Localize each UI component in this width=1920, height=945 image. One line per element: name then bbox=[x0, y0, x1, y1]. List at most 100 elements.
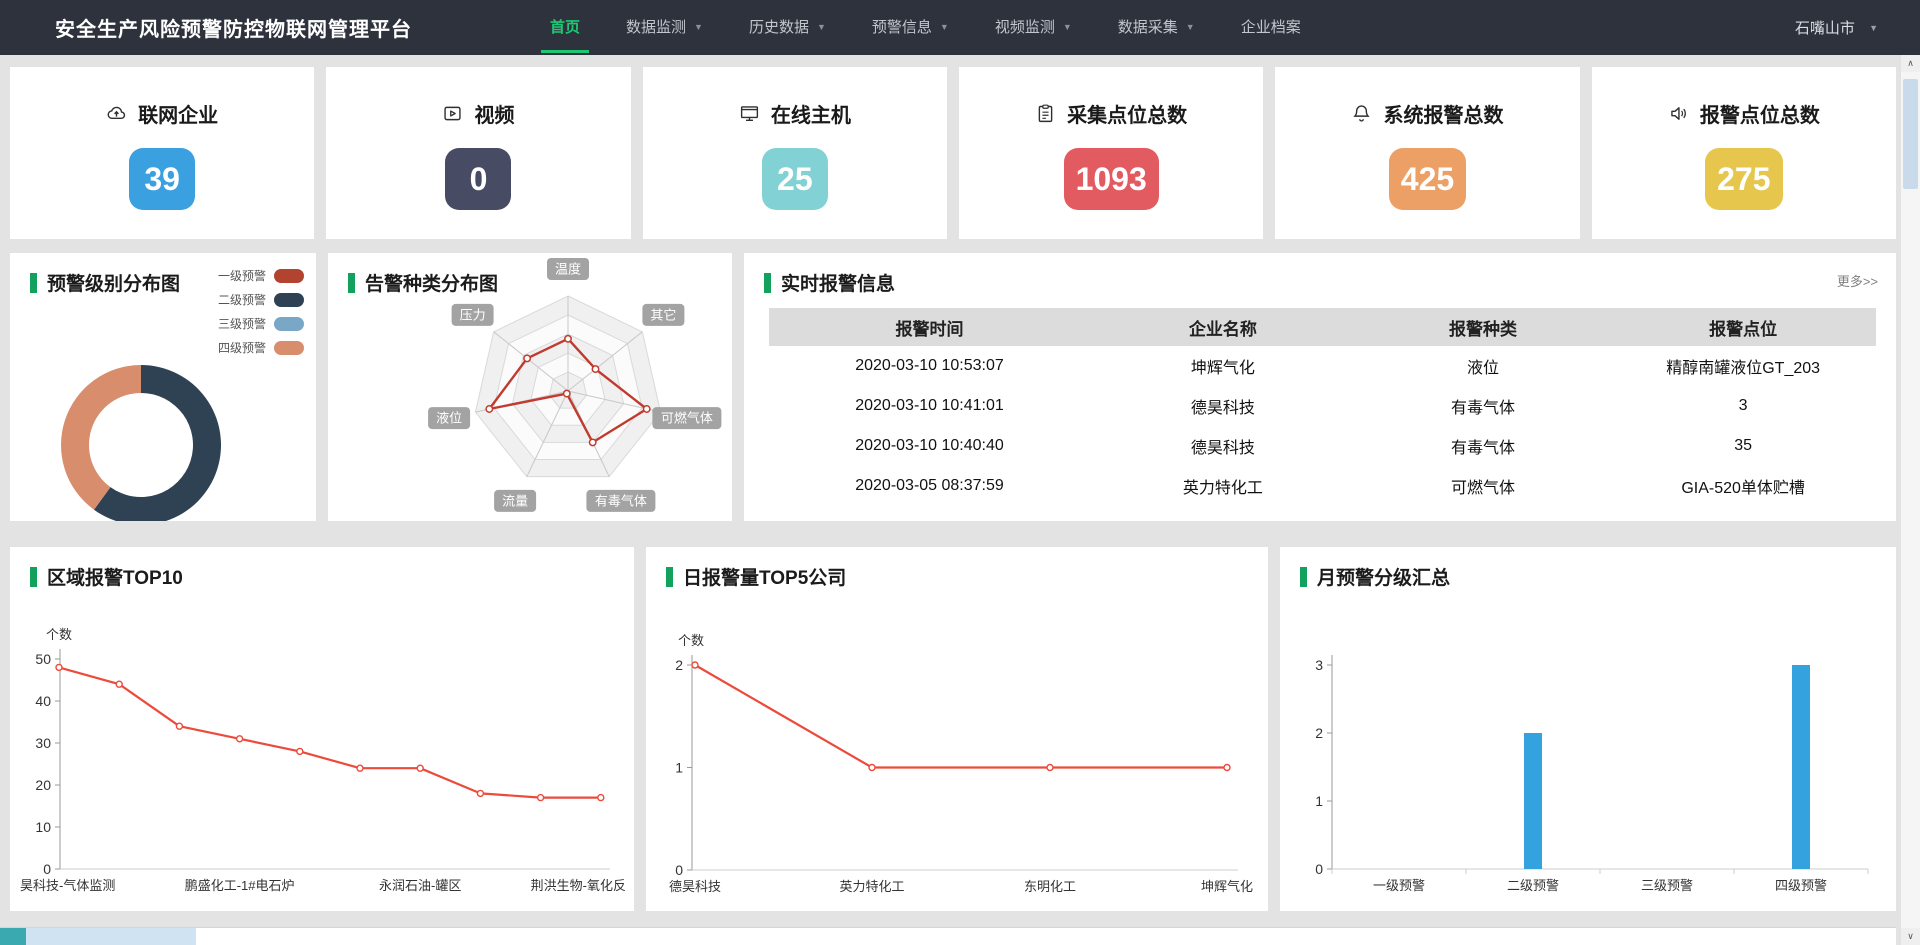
nav-item-label: 预警信息 bbox=[872, 19, 932, 36]
stat-card-label: 在线主机 bbox=[771, 99, 851, 128]
data-point bbox=[116, 681, 122, 687]
monthly-summary-bar-chart[interactable]: 0123一级预警二级预警三级预警四级预警 bbox=[1280, 547, 1896, 911]
green-bar-icon bbox=[764, 273, 771, 293]
svg-text:有毒气体: 有毒气体 bbox=[595, 493, 647, 508]
nav-item-6[interactable]: 企业档案 bbox=[1218, 0, 1324, 55]
data-point bbox=[237, 736, 243, 742]
nav-item-4[interactable]: 视频监测▼ bbox=[972, 0, 1095, 55]
stat-card-label: 视频 bbox=[474, 99, 514, 128]
radar-point bbox=[564, 390, 570, 396]
y-tick-label: 0 bbox=[43, 861, 51, 877]
svg-text:其它: 其它 bbox=[650, 307, 676, 322]
x-tick-label: 一级预警 bbox=[1373, 878, 1425, 893]
stat-card-head: 在线主机 bbox=[643, 99, 947, 128]
table-cell: 可燃气体 bbox=[1356, 474, 1611, 498]
nav-item-3[interactable]: 预警信息 ▼ bbox=[849, 0, 972, 55]
y-tick-label: 2 bbox=[1315, 725, 1323, 741]
warning-level-pie-panel: 预警级别分布图 一级预警二级预警三级预警四级预警 bbox=[10, 253, 316, 521]
nav-item-1[interactable]: 数据监测▼ bbox=[603, 0, 726, 55]
video-icon bbox=[442, 103, 463, 124]
table-cell: 精醇南罐液位GT_203 bbox=[1610, 354, 1876, 378]
green-bar-icon bbox=[30, 567, 37, 587]
radar-label-液位: 液位 bbox=[428, 407, 470, 429]
region-top10-line-chart[interactable]: 01020304050个数昊科技-气体监测鹏盛化工-1#电石炉永润石油-罐区荆洪… bbox=[10, 547, 634, 911]
y-tick-label: 2 bbox=[675, 657, 683, 673]
peek-blue-block bbox=[26, 928, 196, 945]
stat-card-value: 0 bbox=[445, 148, 511, 210]
stat-card-value: 425 bbox=[1389, 148, 1466, 210]
stat-card-value: 25 bbox=[762, 148, 828, 210]
clipboard-icon bbox=[1035, 103, 1056, 124]
chevron-down-icon: ▼ bbox=[1186, 22, 1195, 32]
radar-label-其它: 其它 bbox=[642, 304, 684, 326]
city-selector[interactable]: 石嘴山市 ▼ bbox=[1795, 17, 1878, 38]
monthly-summary-panel: 月预警分级汇总 0123一级预警二级预警三级预警四级预警 bbox=[1280, 547, 1896, 911]
legend-swatch bbox=[274, 293, 304, 307]
stat-card-head: 采集点位总数 bbox=[959, 99, 1263, 128]
stat-card-value: 275 bbox=[1705, 148, 1782, 210]
x-tick-label: 鹏盛化工-1#电石炉 bbox=[185, 878, 295, 893]
nav-item-5[interactable]: 数据采集▼ bbox=[1095, 0, 1218, 55]
realtime-alarm-panel: 实时报警信息 更多>> 报警时间企业名称报警种类报警点位 2020-03-10 … bbox=[744, 253, 1896, 521]
table-cell: 有毒气体 bbox=[1356, 394, 1611, 418]
y-tick-label: 20 bbox=[35, 777, 51, 793]
radar-point bbox=[590, 439, 596, 445]
bottom-row: 区域报警TOP10 01020304050个数昊科技-气体监测鹏盛化工-1#电石… bbox=[10, 547, 1896, 911]
legend-item-2[interactable]: 三级预警 bbox=[218, 315, 304, 332]
y-tick-label: 1 bbox=[1315, 793, 1323, 809]
legend-item-0[interactable]: 一级预警 bbox=[218, 267, 304, 284]
scrollbar-thumb[interactable] bbox=[1903, 79, 1918, 189]
table-cell: 英力特化工 bbox=[1090, 474, 1356, 498]
legend-item-1[interactable]: 二级预警 bbox=[218, 291, 304, 308]
chevron-down-icon: ▼ bbox=[940, 22, 949, 32]
radar-label-可燃气体: 可燃气体 bbox=[652, 407, 721, 429]
nav-item-2[interactable]: 历史数据▼ bbox=[726, 0, 849, 55]
svg-text:流量: 流量 bbox=[502, 493, 528, 508]
panel-title-text: 告警种类分布图 bbox=[365, 269, 498, 296]
x-tick-label: 坤辉气化 bbox=[1201, 879, 1253, 894]
middle-row: 预警级别分布图 一级预警二级预警三级预警四级预警 告警种类分布图 温度其它可燃气… bbox=[10, 253, 1896, 521]
donut-slice-四级预警 bbox=[61, 365, 141, 510]
table-cell: 3 bbox=[1610, 397, 1876, 415]
table-row-1: 2020-03-10 10:41:01德昊科技有毒气体3 bbox=[769, 386, 1876, 426]
table-cell: 35 bbox=[1610, 437, 1876, 455]
green-bar-icon bbox=[348, 273, 355, 293]
svg-text:液位: 液位 bbox=[436, 411, 462, 426]
daily-top5-line-chart[interactable]: 012个数德昊科技英力特化工东明化工坤辉气化 bbox=[646, 547, 1268, 911]
table-cell: 德昊科技 bbox=[1090, 394, 1356, 418]
legend-item-3[interactable]: 四级预警 bbox=[218, 339, 304, 356]
nav-item-label: 历史数据 bbox=[749, 19, 809, 36]
panel-title-text: 区域报警TOP10 bbox=[47, 563, 183, 590]
legend-label: 二级预警 bbox=[218, 291, 266, 308]
vertical-scrollbar[interactable]: ∧ ∨ bbox=[1900, 55, 1920, 945]
x-tick-label: 英力特化工 bbox=[839, 879, 904, 894]
stat-card-4: 系统报警总数425 bbox=[1275, 67, 1579, 239]
data-point bbox=[417, 765, 423, 771]
y-tick-label: 3 bbox=[1315, 657, 1323, 673]
table-cell: 2020-03-10 10:40:40 bbox=[769, 437, 1090, 455]
x-tick-label: 永润石油-罐区 bbox=[379, 878, 461, 893]
svg-text:压力: 压力 bbox=[460, 307, 486, 322]
nav-item-0[interactable]: 首页 bbox=[527, 0, 603, 55]
panel-title-text: 月预警分级汇总 bbox=[1317, 563, 1450, 590]
x-tick-label: 昊科技-气体监测 bbox=[20, 878, 115, 893]
y-tick-label: 40 bbox=[35, 693, 51, 709]
svg-text:温度: 温度 bbox=[555, 262, 581, 277]
stat-card-value: 39 bbox=[129, 148, 195, 210]
panel-title-text: 预警级别分布图 bbox=[47, 269, 180, 296]
region-top10-panel: 区域报警TOP10 01020304050个数昊科技-气体监测鹏盛化工-1#电石… bbox=[10, 547, 634, 911]
scroll-down-button[interactable]: ∨ bbox=[1901, 928, 1920, 945]
green-bar-icon bbox=[1300, 567, 1307, 587]
nav-item-label: 视频监测 bbox=[995, 19, 1055, 36]
table-header-cell: 企业名称 bbox=[1090, 315, 1356, 340]
scroll-up-button[interactable]: ∧ bbox=[1901, 55, 1920, 72]
speaker-icon bbox=[1668, 103, 1689, 124]
more-link[interactable]: 更多>> bbox=[1837, 271, 1878, 290]
stat-cards-row: 联网企业39视频0在线主机25采集点位总数1093系统报警总数425报警点位总数… bbox=[10, 67, 1896, 239]
x-tick-label: 荆洪生物-氧化反 bbox=[531, 878, 626, 893]
data-point bbox=[477, 790, 483, 796]
x-tick-label: 三级预警 bbox=[1641, 878, 1693, 893]
data-point bbox=[1224, 765, 1230, 771]
table-row-2: 2020-03-10 10:40:40德昊科技有毒气体35 bbox=[769, 426, 1876, 466]
stat-card-label: 报警点位总数 bbox=[1700, 99, 1820, 128]
